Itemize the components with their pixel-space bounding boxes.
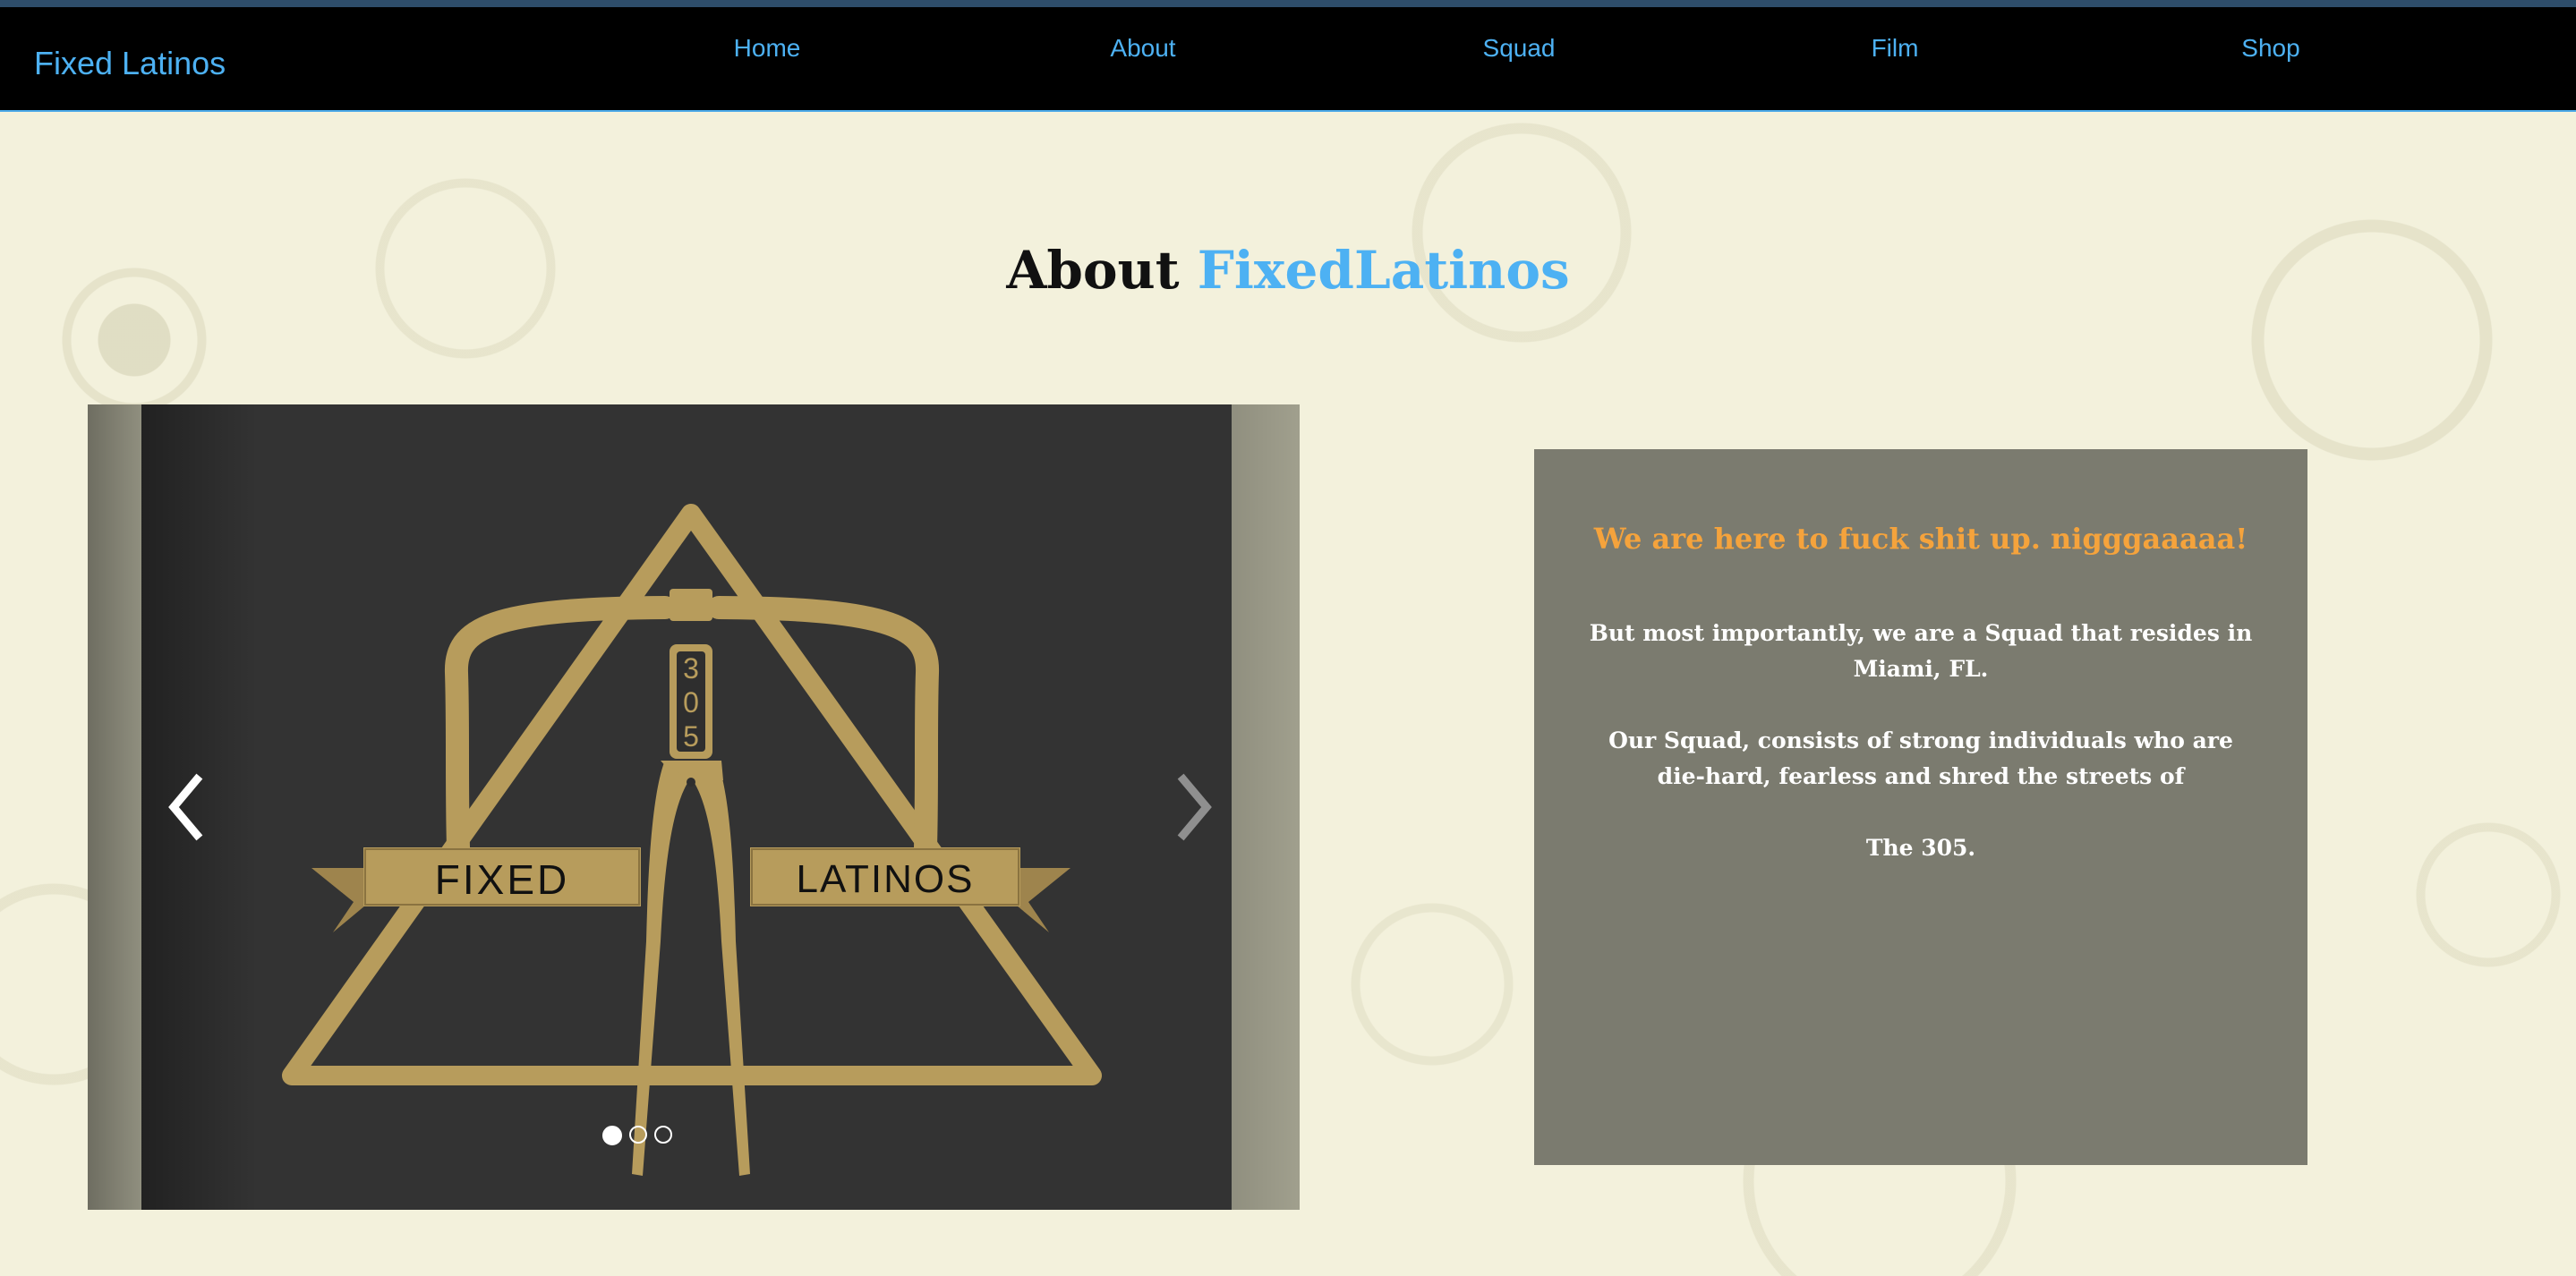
about-text-305: The 305. [1865, 835, 1976, 861]
carousel-next-button[interactable] [1162, 767, 1233, 847]
logo-text-latinos: LATINOS [796, 857, 974, 901]
carousel-indicators [602, 1126, 672, 1145]
page-title-prefix: About [1006, 240, 1180, 301]
navbar: Fixed Latinos Home About Squad Film Shop [0, 0, 2576, 112]
about-text-squad: Our Squad, consists of strong individual… [1608, 727, 2233, 789]
logo-text-fixed: FIXED [435, 856, 569, 903]
nav-link-film[interactable]: Film [1872, 34, 1919, 63]
carousel-slide: FIXED LATINOS 3 0 5 [141, 404, 1232, 1210]
chevron-left-icon [168, 773, 203, 841]
page-title-brand: FixedLatinos [1197, 240, 1570, 301]
carousel-edge-left [88, 404, 141, 1210]
brand-link[interactable]: Fixed Latinos [34, 45, 226, 82]
carousel-indicator-2[interactable] [629, 1126, 647, 1144]
carousel-prev-button[interactable] [150, 767, 222, 847]
logo-digit-2: 0 [683, 686, 699, 719]
logo-digit-3: 5 [683, 720, 699, 753]
nav-link-home[interactable]: Home [734, 34, 801, 63]
about-tagline: We are here to fuck shit up. nigggaaaaa! [1593, 522, 2248, 556]
image-carousel[interactable]: FIXED LATINOS 3 0 5 [88, 404, 1300, 1210]
carousel-indicator-1[interactable] [602, 1126, 622, 1145]
carousel-indicator-3[interactable] [654, 1126, 672, 1144]
nav-link-squad[interactable]: Squad [1483, 34, 1556, 63]
about-text-residence: But most importantly, we are a Squad tha… [1589, 620, 2253, 682]
carousel-edge-right [1232, 404, 1300, 1210]
about-info-panel: We are here to fuck shit up. nigggaaaaa!… [1534, 449, 2307, 1165]
nav-link-shop[interactable]: Shop [2241, 34, 2299, 63]
page-title: About FixedLatinos [0, 234, 2576, 306]
chevron-right-icon [1177, 773, 1212, 841]
fixed-latinos-logo: FIXED LATINOS 3 0 5 [282, 504, 1102, 1176]
nav-link-about[interactable]: About [1110, 34, 1175, 63]
logo-digit-1: 3 [683, 652, 699, 685]
